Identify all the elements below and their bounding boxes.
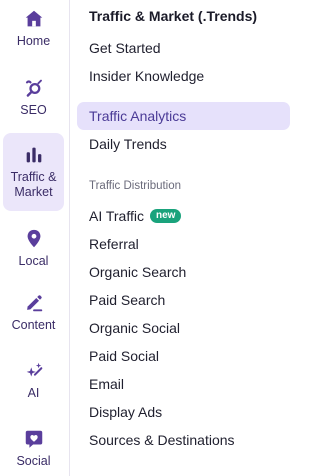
pencil-icon bbox=[26, 295, 42, 312]
rail-label-social: Social bbox=[16, 454, 51, 468]
nav-item-label: Email bbox=[89, 376, 125, 392]
rail-label-local: Local bbox=[18, 254, 49, 268]
seo-icon bbox=[25, 79, 42, 97]
nav-item-label: Paid Search bbox=[89, 292, 166, 308]
panel-title: Traffic & Market (.Trends) bbox=[89, 8, 258, 24]
nav-item-daily-trends[interactable]: Daily Trends bbox=[77, 130, 290, 158]
nav-item-label: Referral bbox=[89, 236, 139, 252]
nav-item-organic-social[interactable]: Organic Social bbox=[77, 314, 290, 342]
nav-item-label: Organic Search bbox=[89, 264, 187, 280]
section-label-traffic-distribution: Traffic Distribution bbox=[89, 180, 182, 192]
nav-item-label: Insider Knowledge bbox=[89, 68, 205, 84]
nav-item-referral[interactable]: Referral bbox=[77, 230, 290, 258]
map-pin-icon bbox=[27, 229, 40, 248]
bar-chart-icon bbox=[26, 147, 41, 163]
nav-item-label: Sources & Destinations bbox=[89, 432, 235, 448]
nav-item-label: Traffic Analytics bbox=[89, 108, 187, 124]
nav-item-email[interactable]: Email bbox=[77, 370, 290, 398]
rail-label-traffic-market: Traffic & Market bbox=[10, 170, 57, 199]
icon-rail: Home SEO Traffic & Market Local Content … bbox=[0, 0, 70, 476]
nav-item-traffic-analytics[interactable]: Traffic Analytics bbox=[77, 102, 290, 130]
nav-item-insider-knowledge[interactable]: Insider Knowledge bbox=[77, 62, 290, 90]
rail-item-content[interactable]: Content bbox=[3, 292, 64, 338]
nav-item-paid-search[interactable]: Paid Search bbox=[77, 286, 290, 314]
rail-label-content: Content bbox=[11, 318, 56, 332]
rail-item-home[interactable]: Home bbox=[3, 8, 64, 58]
rail-item-social[interactable]: Social bbox=[3, 428, 64, 474]
nav-item-label: Paid Social bbox=[89, 348, 160, 364]
nav-item-label: AI Traffic bbox=[89, 208, 144, 224]
rail-label-seo: SEO bbox=[20, 103, 47, 117]
rail-item-ai[interactable]: AI bbox=[3, 360, 64, 406]
new-badge: new bbox=[149, 209, 182, 223]
rail-item-local[interactable]: Local bbox=[3, 228, 64, 270]
home-icon bbox=[25, 10, 42, 27]
heart-chat-icon bbox=[25, 430, 42, 448]
rail-item-traffic-market[interactable]: Traffic & Market bbox=[3, 133, 64, 211]
nav-item-paid-social[interactable]: Paid Social bbox=[77, 342, 290, 370]
nav-item-sources-destinations[interactable]: Sources & Destinations bbox=[77, 426, 290, 454]
nav-item-get-started[interactable]: Get Started bbox=[77, 34, 290, 62]
nav-item-label: Daily Trends bbox=[89, 136, 167, 152]
nav-item-organic-search[interactable]: Organic Search bbox=[77, 258, 290, 286]
rail-label-ai: AI bbox=[27, 386, 40, 400]
nav-item-ai-traffic[interactable]: AI Traffic new bbox=[77, 202, 290, 230]
rail-label-home: Home bbox=[16, 34, 51, 48]
nav-item-label: Organic Social bbox=[89, 320, 181, 336]
nav-panel: Traffic & Market (.Trends) Get Started I… bbox=[77, 0, 300, 476]
nav-item-label: Get Started bbox=[89, 40, 161, 56]
nav-item-label: Display Ads bbox=[89, 404, 163, 420]
rail-item-seo[interactable]: SEO bbox=[3, 78, 64, 118]
nav-item-display-ads[interactable]: Display Ads bbox=[77, 398, 290, 426]
sparkles-icon bbox=[26, 362, 42, 377]
